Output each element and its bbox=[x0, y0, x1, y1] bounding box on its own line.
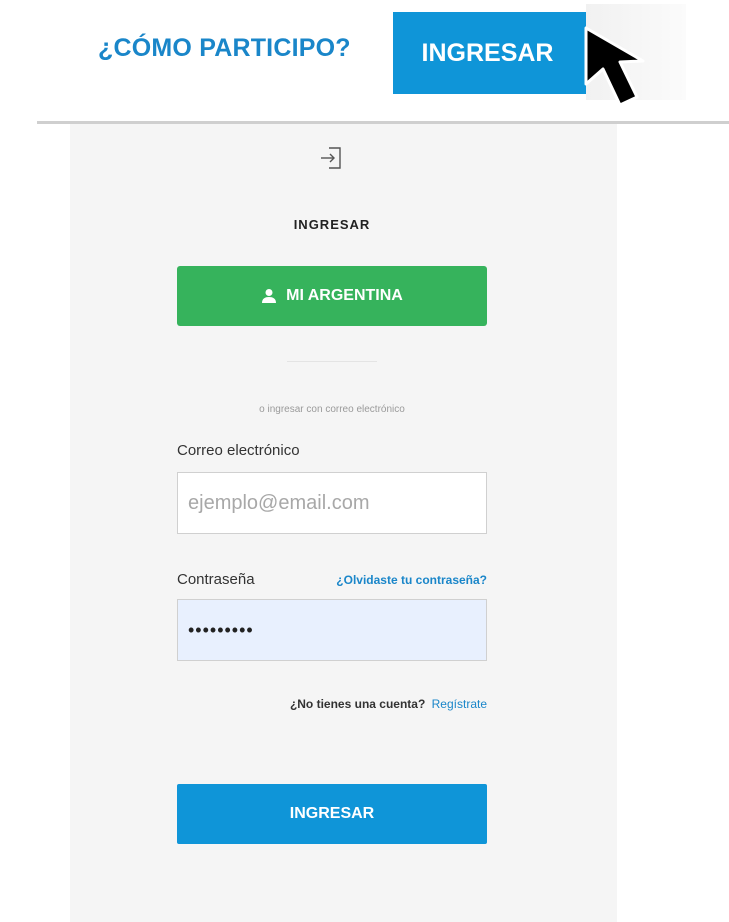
section-divider bbox=[287, 361, 377, 362]
email-input[interactable] bbox=[177, 472, 487, 534]
no-account-text: ¿No tienes una cuenta? bbox=[289, 697, 426, 711]
register-link[interactable]: Regístrate bbox=[432, 697, 487, 711]
mi-argentina-label: MI ARGENTINA bbox=[286, 287, 403, 304]
email-login-hint: o ingresar con correo electrónico bbox=[259, 404, 405, 415]
forgot-password-link[interactable]: ¿Olvidaste tu contraseña? bbox=[327, 573, 487, 587]
password-input[interactable] bbox=[177, 599, 487, 661]
login-title: INGRESAR bbox=[293, 217, 371, 232]
page: ¿CÓMO PARTICIPO? INGRESAR INGRESAR MI AR… bbox=[0, 0, 729, 922]
signup-row: ¿No tienes una cuenta? Regístrate bbox=[177, 697, 487, 711]
user-icon bbox=[262, 289, 277, 303]
login-arrow-icon bbox=[321, 147, 341, 169]
nav-login-button[interactable]: INGRESAR bbox=[393, 12, 588, 94]
how-to-participate-link[interactable]: ¿CÓMO PARTICIPO? bbox=[98, 34, 351, 63]
password-label: Contraseña bbox=[177, 571, 255, 588]
mouse-pointer-icon bbox=[584, 26, 645, 107]
mi-argentina-button[interactable]: MI ARGENTINA bbox=[177, 266, 487, 326]
submit-login-button[interactable]: INGRESAR bbox=[177, 784, 487, 844]
email-label: Correo electrónico bbox=[177, 442, 300, 459]
